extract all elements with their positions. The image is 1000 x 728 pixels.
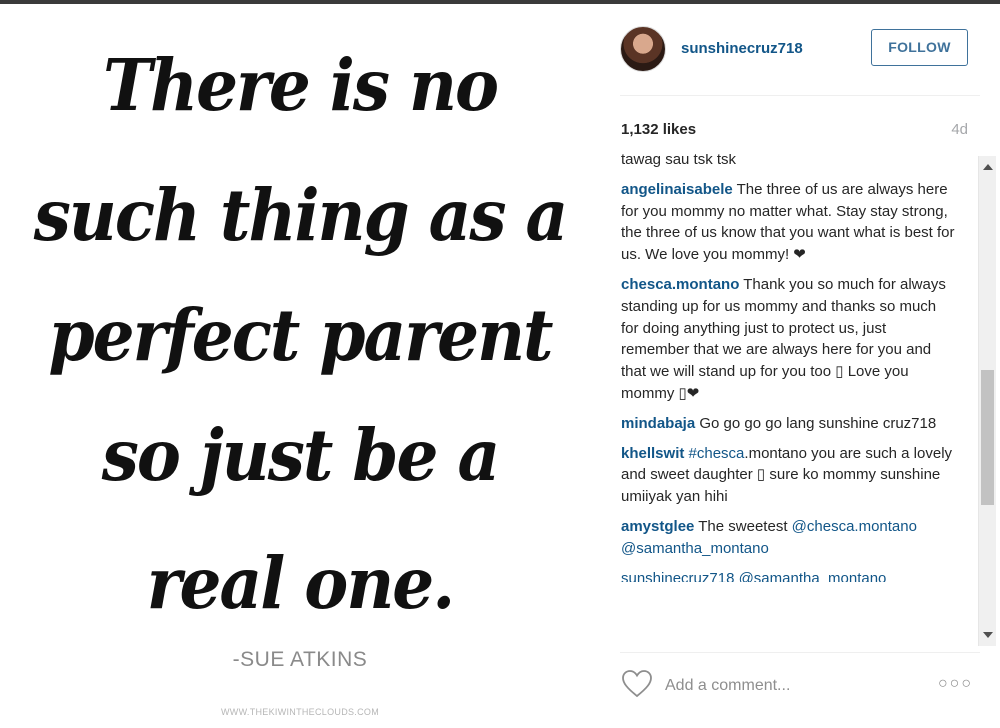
avatar[interactable] [620, 26, 666, 72]
quote-line: such thing as a [33, 172, 569, 258]
quote-line: so just be a [101, 412, 501, 498]
comment-text: Go go go go lang sunshine cruz718 [695, 414, 937, 432]
quote-line: perfect parent [48, 292, 553, 378]
comment-text: Thank you so much for always standing up… [621, 275, 946, 402]
comment-author-link[interactable]: mindabaja [621, 415, 695, 432]
quote-attribution: -SUE ATKINS [232, 648, 368, 671]
comments-list[interactable]: tawag sau tsk tsk angelinaisabele The th… [600, 154, 978, 644]
comment-author-link[interactable]: chesca.montano [621, 276, 739, 293]
comment-text: The sweetest [694, 517, 792, 535]
post-header: sunshinecruz718 FOLLOW [600, 4, 1000, 96]
post-age[interactable]: 4d [951, 121, 968, 138]
list-item: sunshinecruz718 @samantha_montano [621, 568, 956, 582]
add-comment-input[interactable] [665, 674, 915, 698]
scrollbar-thumb[interactable] [981, 370, 994, 505]
comment-author-link[interactable]: khellswit [621, 445, 684, 462]
more-options-icon[interactable]: ○○○ [938, 674, 972, 694]
post-side-panel: sunshinecruz718 FOLLOW 1,132 likes 4d ta… [600, 4, 1000, 728]
post-image: There is no such thing as a perfect pare… [0, 4, 600, 728]
comment-author-link[interactable]: amystglee [621, 518, 694, 535]
quote-line: real one. [146, 540, 456, 626]
hashtag-link[interactable]: #chesca [684, 445, 745, 462]
list-item: mindabaja Go go go go lang sunshine cruz… [621, 413, 956, 435]
heart-icon[interactable] [621, 669, 653, 699]
list-item: amystglee The sweetest @chesca.montano @… [621, 516, 956, 560]
list-item: tawag sau tsk tsk [621, 154, 956, 171]
follow-button[interactable]: FOLLOW [871, 29, 968, 66]
divider [620, 652, 980, 653]
comment-author-link[interactable]: angelinaisabele [621, 181, 733, 198]
quote-line: There is no [102, 42, 499, 128]
comment-text: tawag sau tsk tsk [621, 154, 737, 168]
divider [620, 95, 980, 96]
scroll-up-arrow-icon[interactable] [983, 164, 993, 170]
comments-scrollbar[interactable] [978, 156, 996, 646]
image-watermark: WWW.THEKIWINTHECLOUDS.COM [221, 707, 379, 717]
list-item: angelinaisabele The three of us are alwa… [621, 179, 956, 266]
username-link[interactable]: sunshinecruz718 [681, 40, 803, 57]
comment-text: sunshinecruz718 @samantha_montano [621, 569, 887, 582]
list-item: chesca.montano Thank you so much for alw… [621, 274, 956, 405]
list-item: khellswit #chesca.montano you are such a… [621, 443, 956, 508]
likes-count[interactable]: 1,132 likes [621, 121, 696, 138]
scroll-down-arrow-icon[interactable] [983, 632, 993, 638]
